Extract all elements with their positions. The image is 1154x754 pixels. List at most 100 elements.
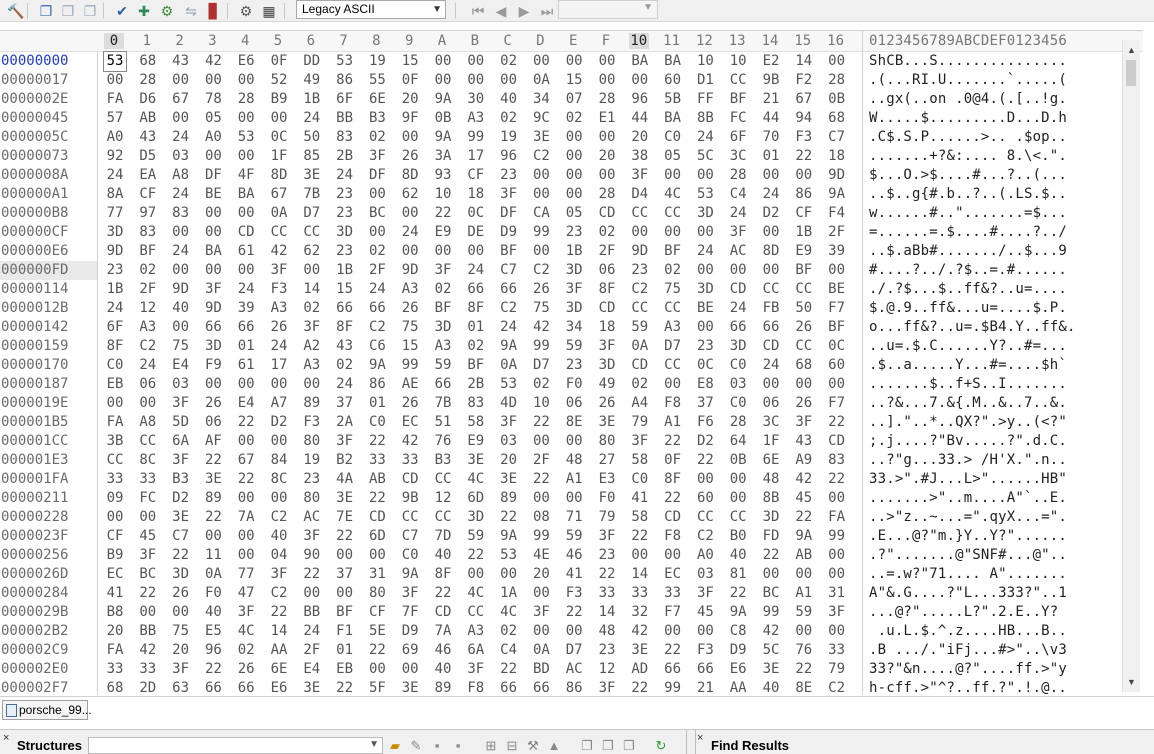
hex-byte[interactable]: 22 xyxy=(170,546,192,565)
hex-byte[interactable]: 06 xyxy=(760,394,782,413)
hex-byte[interactable]: 22 xyxy=(268,603,290,622)
hex-byte[interactable]: CF xyxy=(104,527,126,546)
vertical-scrollbar[interactable]: ▲ ▼ xyxy=(1122,40,1140,692)
hex-byte[interactable]: 33 xyxy=(366,451,388,470)
hex-byte[interactable]: 3F xyxy=(629,166,651,185)
hex-byte[interactable]: 06 xyxy=(202,413,224,432)
hex-byte[interactable]: 00 xyxy=(793,565,815,584)
hex-byte[interactable]: 6F xyxy=(334,90,356,109)
hex-byte[interactable]: A3 xyxy=(465,622,487,641)
hex-byte[interactable]: 77 xyxy=(235,565,257,584)
hex-byte[interactable]: CC xyxy=(727,71,749,90)
hex-byte[interactable]: 42 xyxy=(268,242,290,261)
hex-byte[interactable]: 7A xyxy=(235,508,257,527)
hex-byte[interactable]: 33 xyxy=(104,470,126,489)
hex-byte[interactable]: 05 xyxy=(563,204,585,223)
hex-byte[interactable]: D7 xyxy=(301,204,323,223)
hex-byte[interactable]: 39 xyxy=(826,242,848,261)
hex-byte[interactable]: E1 xyxy=(596,109,618,128)
hex-byte[interactable]: 66 xyxy=(235,679,257,695)
hex-byte[interactable]: 00 xyxy=(399,242,421,261)
hex-byte[interactable]: AC xyxy=(727,242,749,261)
hex-byte[interactable]: E9 xyxy=(465,432,487,451)
hex-byte[interactable]: 5F xyxy=(366,679,388,695)
ascii-row[interactable]: ..?"g...33.> /H'X.".n.. xyxy=(869,451,1125,470)
hex-byte[interactable]: 4C xyxy=(498,603,520,622)
hex-byte[interactable]: 18 xyxy=(826,147,848,166)
hex-byte[interactable]: 00 xyxy=(366,223,388,242)
hex-byte[interactable]: 6F xyxy=(104,318,126,337)
edit-icon[interactable]: ✎ xyxy=(407,738,425,754)
hex-byte[interactable]: 7F xyxy=(399,603,421,622)
hex-byte[interactable]: 86 xyxy=(334,71,356,90)
hex-byte[interactable]: 00 xyxy=(563,622,585,641)
hex-byte[interactable]: CC xyxy=(399,508,421,527)
hex-byte[interactable]: A3 xyxy=(432,337,454,356)
hex-byte[interactable]: 00 xyxy=(793,166,815,185)
hex-byte[interactable]: C2 xyxy=(268,584,290,603)
ascii-row[interactable]: $.@.9..ff&...u=....$.P. xyxy=(869,299,1125,318)
hex-byte[interactable]: 1F xyxy=(268,147,290,166)
hex-byte[interactable]: 50 xyxy=(793,299,815,318)
hex-byte[interactable]: 22 xyxy=(662,641,684,660)
hex-byte[interactable]: 00 xyxy=(202,223,224,242)
hex-byte[interactable]: 75 xyxy=(170,337,192,356)
hex-byte[interactable]: CF xyxy=(366,603,388,622)
hex-byte[interactable]: 02 xyxy=(530,375,552,394)
next-record-icon[interactable]: ▶ xyxy=(514,1,534,21)
hex-row[interactable]: B9 3F 22 11 00 04 90 00 00 C0 40 22 53 4E 46 23 00 00 A0 40… xyxy=(104,546,860,565)
hex-byte[interactable]: 99 xyxy=(530,527,552,546)
hex-byte[interactable]: 7A xyxy=(432,622,454,641)
hex-byte[interactable]: 42 xyxy=(629,622,651,641)
ascii-row[interactable]: .......+?&:.... 8.\<.". xyxy=(869,147,1125,166)
hex-byte[interactable]: 03 xyxy=(498,432,520,451)
hex-byte[interactable]: 15 xyxy=(563,71,585,90)
hex-byte[interactable]: 3D xyxy=(727,337,749,356)
hex-byte[interactable]: 33 xyxy=(826,641,848,660)
hex-byte[interactable]: 3F xyxy=(563,280,585,299)
hex-byte[interactable]: 26 xyxy=(530,280,552,299)
hex-byte[interactable]: 4C xyxy=(235,622,257,641)
hex-byte[interactable]: 40 xyxy=(760,679,782,695)
ascii-row[interactable]: ./.?$...$..ff&?..u=.... xyxy=(869,280,1125,299)
hex-byte[interactable]: 67 xyxy=(793,90,815,109)
hex-byte[interactable]: 22 xyxy=(202,451,224,470)
hex-byte[interactable]: 8E xyxy=(793,679,815,695)
hex-byte[interactable]: 5D xyxy=(170,413,192,432)
hex-byte[interactable]: C8 xyxy=(727,622,749,641)
hex-byte[interactable]: 28 xyxy=(235,90,257,109)
hex-byte[interactable]: 00 xyxy=(202,527,224,546)
hex-byte[interactable]: 00 xyxy=(202,147,224,166)
chevron-down-icon[interactable]: ▼ xyxy=(643,2,653,13)
hex-byte[interactable]: AA xyxy=(268,641,290,660)
hex-byte[interactable]: 22 xyxy=(596,565,618,584)
delete-structure-icon[interactable]: ❐ xyxy=(620,738,638,754)
hex-byte[interactable]: CC xyxy=(793,280,815,299)
hex-byte[interactable]: 2A xyxy=(334,413,356,432)
hex-byte[interactable]: E4 xyxy=(170,356,192,375)
hex-byte[interactable]: 00 xyxy=(301,375,323,394)
hex-byte[interactable]: F7 xyxy=(662,603,684,622)
hex-byte[interactable]: F3 xyxy=(793,128,815,147)
hex-byte[interactable]: CD xyxy=(826,432,848,451)
hex-byte[interactable]: 96 xyxy=(498,147,520,166)
hex-byte[interactable]: E4 xyxy=(235,394,257,413)
hex-byte[interactable]: 66 xyxy=(432,375,454,394)
hex-byte[interactable]: 23 xyxy=(563,356,585,375)
hex-byte[interactable]: 00 xyxy=(235,261,257,280)
hex-byte[interactable]: 22 xyxy=(366,641,388,660)
hex-byte[interactable]: 1B xyxy=(334,261,356,280)
hex-byte[interactable]: 28 xyxy=(727,413,749,432)
hex-byte[interactable]: 62 xyxy=(399,185,421,204)
hex-byte[interactable]: 7B xyxy=(432,394,454,413)
hex-byte[interactable]: 03 xyxy=(694,565,716,584)
hex-byte[interactable]: 45 xyxy=(694,603,716,622)
hex-byte[interactable]: 22 xyxy=(202,508,224,527)
hex-byte[interactable]: 28 xyxy=(826,71,848,90)
hex-byte[interactable]: C2 xyxy=(268,508,290,527)
hex-byte[interactable]: 00 xyxy=(170,223,192,242)
hex-byte[interactable]: 3D xyxy=(563,261,585,280)
hex-byte[interactable]: 2B xyxy=(465,375,487,394)
hex-row[interactable]: 00 28 00 00 00 52 49 86 55 0F 00 00 00 0A 15 00 00 60 D1 CC… xyxy=(104,71,860,90)
hex-byte[interactable]: 51 xyxy=(432,413,454,432)
